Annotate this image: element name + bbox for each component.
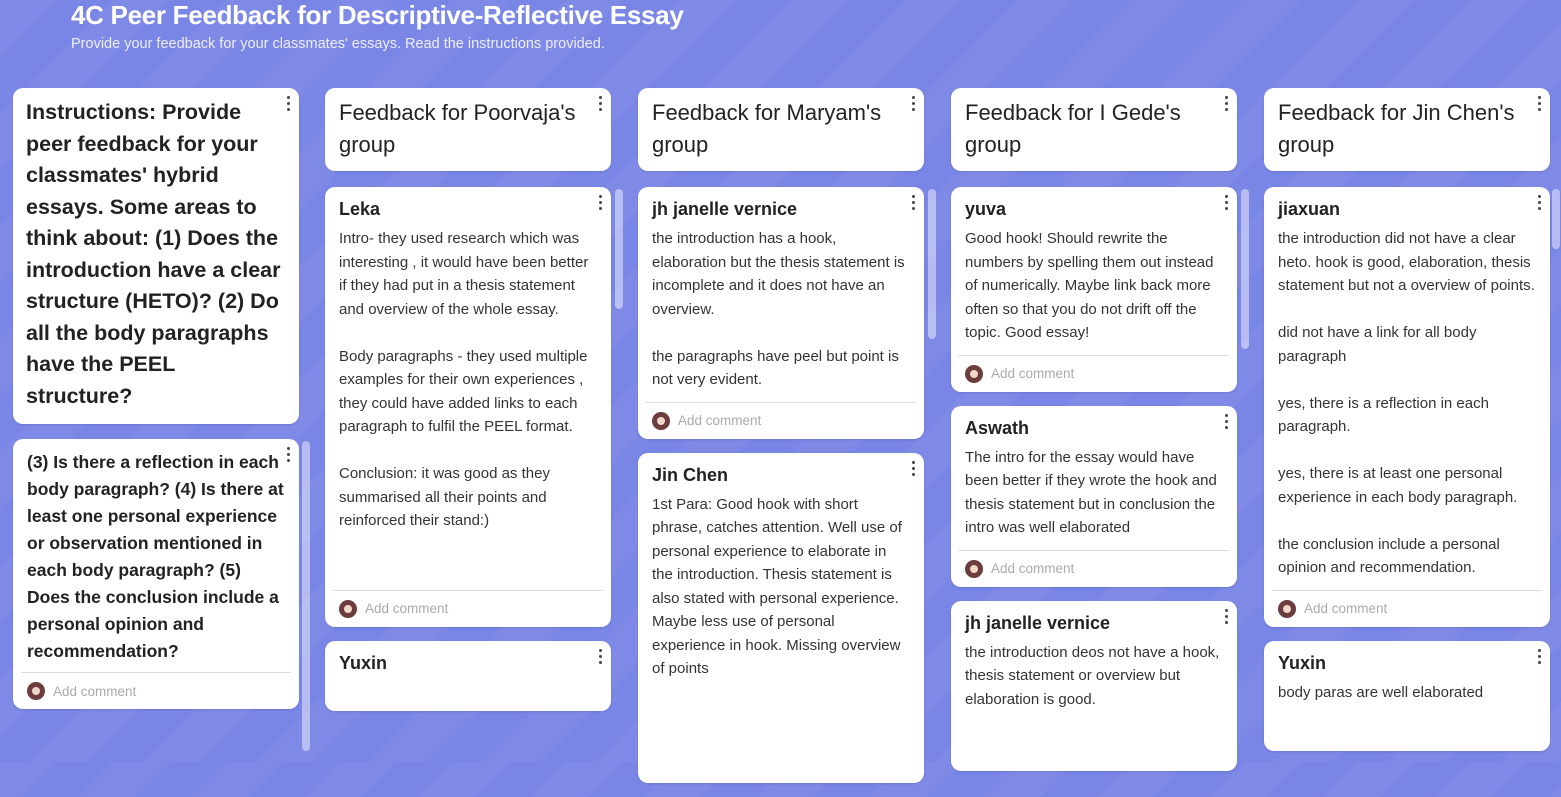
column-header: Feedback for Maryam's group — [638, 88, 924, 171]
more-options-icon[interactable] — [1223, 195, 1229, 210]
more-options-icon[interactable] — [597, 96, 603, 111]
column-header: Instructions: Provide peer feedback for … — [13, 88, 299, 424]
post-body: Good hook! Should rewrite the numbers by… — [965, 230, 1214, 341]
column-header-text: Feedback for I Gede's group — [965, 100, 1181, 157]
add-comment-label: Add comment — [678, 413, 762, 428]
column-scrollbar[interactable] — [928, 189, 936, 339]
column-header: Feedback for I Gede's group — [951, 88, 1237, 171]
add-comment-row[interactable]: Add comment — [333, 589, 603, 627]
column-header: Feedback for Jin Chen's group — [1264, 88, 1550, 171]
post-card[interactable]: Jin Chen 1st Para: Good hook with short … — [638, 452, 924, 783]
column-header-text: Feedback for Jin Chen's group — [1278, 100, 1515, 157]
board-header: 4C Peer Feedback for Descriptive-Reflect… — [71, 0, 684, 52]
more-options-icon[interactable] — [1536, 96, 1542, 111]
add-comment-label: Add comment — [365, 601, 449, 616]
add-comment-row[interactable]: Add comment — [959, 549, 1229, 587]
more-options-icon[interactable] — [910, 96, 916, 111]
column-scrollbar[interactable] — [615, 189, 623, 309]
avatar — [652, 411, 670, 430]
more-options-icon[interactable] — [1223, 96, 1229, 111]
column-maryam: Feedback for Maryam's group jh janelle v… — [638, 88, 936, 783]
more-options-icon[interactable] — [1536, 195, 1542, 210]
post-card[interactable]: Yuxin body paras are well elaborated — [1264, 640, 1550, 751]
board-subtitle: Provide your feedback for your classmate… — [71, 36, 605, 52]
column-scrollbar[interactable] — [1552, 189, 1560, 249]
avatar — [27, 682, 45, 700]
post-list: jiaxuan the introduction did not have a … — [1264, 187, 1550, 765]
add-comment-label: Add comment — [1304, 601, 1388, 616]
more-options-icon[interactable] — [285, 96, 291, 111]
post-list: Leka Intro- they used research which was… — [325, 187, 611, 725]
column-instructions: Instructions: Provide peer feedback for … — [13, 88, 310, 751]
column-header-text: Feedback for Poorvaja's group — [339, 100, 576, 157]
post-body: body paras are well elaborated — [1278, 683, 1484, 701]
post-body: Intro- they used research which was inte… — [339, 230, 589, 529]
add-comment-label: Add comment — [53, 683, 137, 699]
post-body: the introduction did not have a clear he… — [1278, 230, 1535, 576]
post-author: Yuxin — [1278, 652, 1327, 673]
add-comment-row[interactable]: Add comment — [21, 672, 291, 709]
add-comment-row[interactable]: Add comment — [646, 401, 916, 439]
post-body: the introduction deos not have a hook, t… — [965, 643, 1220, 708]
post-body: the introduction has a hook, elaboration… — [652, 230, 905, 388]
post-card[interactable]: jiaxuan the introduction did not have a … — [1264, 187, 1550, 627]
more-options-icon[interactable] — [1223, 413, 1229, 429]
post-author: jh janelle vernice — [965, 612, 1111, 633]
column-poorvaja: Feedback for Poorvaja's group Leka Intro… — [325, 88, 623, 711]
post-author: Aswath — [965, 417, 1030, 438]
column-scrollbar[interactable] — [302, 441, 310, 751]
post-body: (3) Is there a reflection in each body p… — [27, 452, 284, 661]
post-author: yuva — [965, 199, 1007, 219]
post-body: The intro for the essay would have been … — [965, 448, 1217, 537]
post-card[interactable]: yuva Good hook! Should rewrite the numbe… — [951, 187, 1237, 392]
post-author: Leka — [339, 199, 381, 219]
column-header: Feedback for Poorvaja's group — [325, 88, 611, 171]
post-author: Jin Chen — [652, 464, 729, 485]
more-options-icon[interactable] — [597, 648, 603, 664]
post-card[interactable]: (3) Is there a reflection in each body p… — [13, 439, 299, 709]
post-card[interactable]: Leka Intro- they used research which was… — [325, 187, 611, 627]
avatar — [965, 364, 983, 383]
post-author: Yuxin — [339, 652, 388, 673]
avatar — [965, 559, 983, 578]
more-options-icon[interactable] — [1536, 648, 1542, 664]
add-comment-label: Add comment — [991, 561, 1075, 576]
avatar — [339, 599, 357, 618]
more-options-icon[interactable] — [910, 195, 916, 210]
add-comment-row[interactable]: Add comment — [1272, 589, 1542, 627]
post-list: yuva Good hook! Should rewrite the numbe… — [951, 187, 1237, 785]
post-card[interactable]: jh janelle vernice the introduction has … — [638, 187, 924, 439]
column-header-text: Feedback for Maryam's group — [652, 100, 882, 157]
more-options-icon[interactable] — [910, 460, 916, 476]
avatar — [1278, 599, 1296, 618]
post-list: jh janelle vernice the introduction has … — [638, 187, 924, 797]
post-card[interactable]: jh janelle vernice the introduction deos… — [951, 600, 1237, 771]
post-card[interactable]: Yuxin — [325, 640, 611, 711]
more-options-icon[interactable] — [597, 195, 603, 210]
column-igede: Feedback for I Gede's group yuva Good ho… — [951, 88, 1249, 771]
board-title: 4C Peer Feedback for Descriptive-Reflect… — [71, 0, 684, 30]
add-comment-label: Add comment — [991, 366, 1075, 381]
post-card[interactable]: Aswath The intro for the essay would hav… — [951, 405, 1237, 587]
post-author: jh janelle vernice — [652, 199, 798, 219]
column-header-text: Instructions: Provide peer feedback for … — [26, 100, 281, 408]
column-scrollbar[interactable] — [1241, 189, 1249, 349]
more-options-icon[interactable] — [1223, 608, 1229, 624]
post-body: 1st Para: Good hook with short phrase, c… — [652, 495, 902, 678]
more-options-icon[interactable] — [285, 447, 291, 462]
post-author: jiaxuan — [1278, 199, 1341, 219]
add-comment-row[interactable]: Add comment — [959, 354, 1229, 392]
column-jinchen: Feedback for Jin Chen's group jiaxuan th… — [1264, 88, 1560, 751]
